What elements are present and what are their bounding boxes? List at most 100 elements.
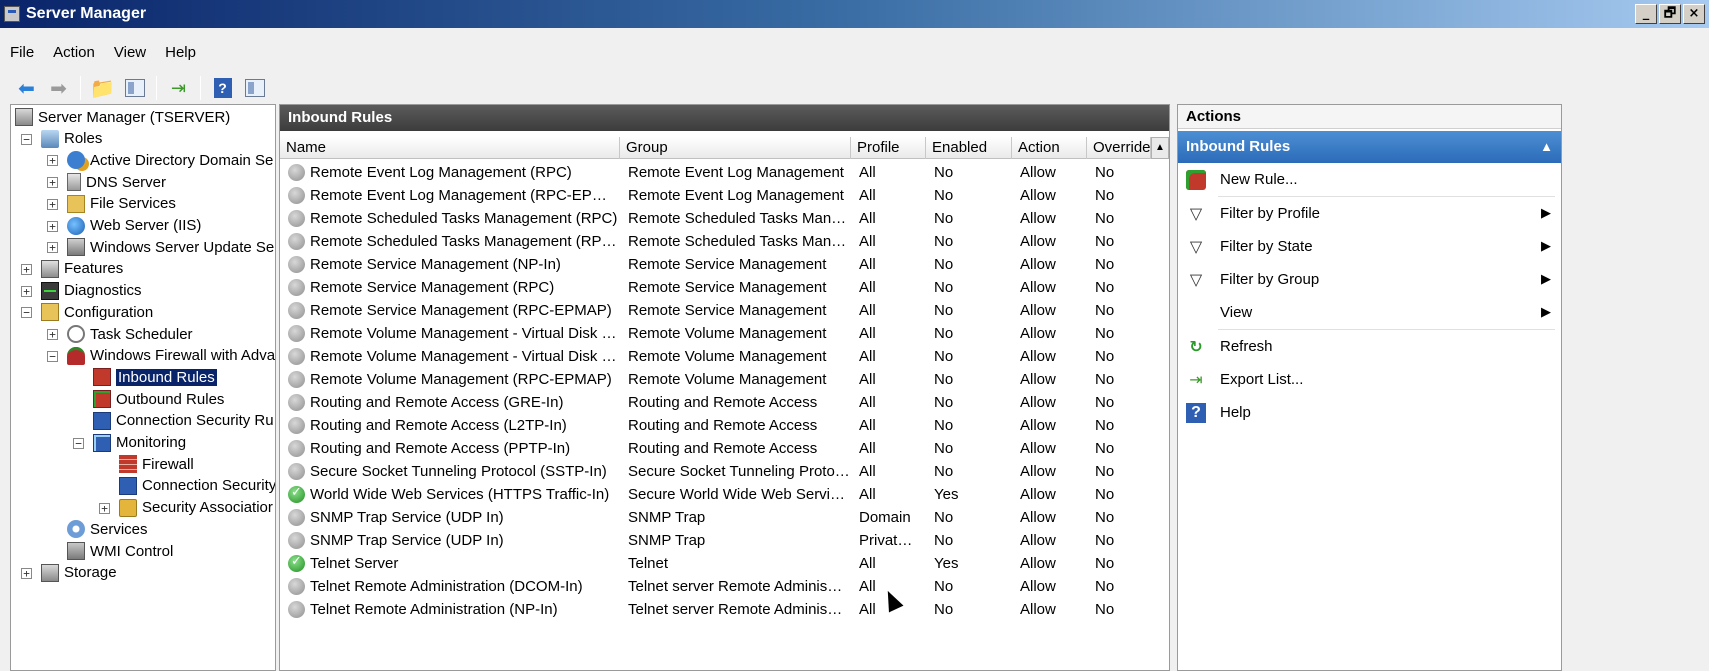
tree-expander-icon[interactable]: − — [47, 350, 58, 362]
tree-item[interactable]: Inbound Rules — [93, 366, 217, 388]
tree-item[interactable]: Services — [67, 518, 148, 540]
menu-view[interactable]: View — [114, 44, 146, 61]
rule-row[interactable]: Remote Volume Management - Virtual Disk … — [280, 345, 1151, 368]
restore-button[interactable]: 🗗 — [1659, 4, 1681, 24]
action-help[interactable]: ? Help — [1178, 396, 1561, 429]
tree-expander-icon[interactable]: + — [47, 242, 58, 254]
help-icon[interactable]: ? — [210, 76, 235, 100]
rule-row[interactable]: Remote Service Management (NP-In) Remote … — [280, 253, 1151, 276]
rule-row[interactable]: Routing and Remote Access (GRE-In) Routin… — [280, 391, 1151, 414]
menu-help[interactable]: Help — [165, 44, 196, 61]
tree-item[interactable]: Windows Firewall with Adva — [67, 345, 275, 367]
tree-item[interactable]: Connection Security — [119, 475, 275, 497]
tree-item[interactable]: Configuration — [41, 301, 153, 323]
rule-disabled-icon — [288, 371, 305, 388]
column-header-group[interactable]: Group — [620, 137, 851, 159]
action-view[interactable]: View ▶ — [1178, 296, 1561, 329]
monitoring-icon — [93, 433, 111, 452]
action-export-list[interactable]: ⇥ Export List... — [1178, 363, 1561, 396]
tree-expander-icon[interactable]: − — [73, 437, 84, 449]
rule-group-cell: Remote Event Log Management — [628, 187, 844, 204]
tree-expander-icon[interactable]: + — [47, 155, 58, 167]
export-list-icon[interactable]: ⇥ — [166, 76, 191, 100]
menu-action[interactable]: Action — [53, 44, 95, 61]
rule-override-cell: No — [1095, 371, 1115, 388]
up-folder-icon[interactable]: 📁 — [90, 76, 115, 100]
rule-row[interactable]: Remote Scheduled Tasks Management (RPC… R… — [280, 230, 1151, 253]
action-filter-by-group[interactable]: ▽ Filter by Group ▶ — [1178, 263, 1561, 296]
wmi-control-icon — [67, 542, 85, 560]
tree-item-label: Active Directory Domain Se — [90, 151, 274, 169]
tree-item[interactable]: Active Directory Domain Se — [67, 149, 273, 171]
tree-item[interactable]: Firewall — [119, 453, 194, 475]
rule-row[interactable]: SNMP Trap Service (UDP In) SNMP Trap Domai… — [280, 506, 1151, 529]
rule-disabled-icon — [288, 325, 305, 342]
tree-item[interactable]: DNS Server — [67, 171, 166, 193]
forward-arrow-icon[interactable]: ➡ — [46, 76, 71, 100]
rule-row[interactable]: Remote Service Management (RPC-EPMAP) Rem… — [280, 299, 1151, 322]
tree-item-label: Monitoring — [116, 434, 187, 451]
action-filter-by-state[interactable]: ▽ Filter by State ▶ — [1178, 230, 1561, 263]
server-manager-icon — [4, 6, 20, 22]
tree-expander-icon[interactable]: + — [99, 502, 110, 514]
rule-row[interactable]: Telnet Remote Administration (DCOM-In) Te… — [280, 575, 1151, 598]
column-header-enabled[interactable]: Enabled — [926, 137, 1012, 159]
tree-item[interactable]: Task Scheduler — [67, 323, 193, 345]
tree-item[interactable]: Security Associatior — [119, 497, 273, 519]
back-arrow-icon[interactable]: ⬅ — [14, 76, 39, 100]
tree-expander-icon[interactable]: − — [21, 133, 32, 145]
rule-row[interactable]: Secure Socket Tunneling Protocol (SSTP-I… — [280, 460, 1151, 483]
rule-row[interactable]: Remote Event Log Management (RPC-EPMAP) R… — [280, 184, 1151, 207]
rule-row[interactable]: Remote Service Management (RPC) Remote Se… — [280, 276, 1151, 299]
minimize-button[interactable]: _ — [1635, 4, 1657, 24]
tree-item[interactable]: WMI Control — [67, 540, 173, 562]
column-header-profile[interactable]: Profile — [851, 137, 926, 159]
rule-row[interactable]: Remote Volume Management - Virtual Disk … — [280, 322, 1151, 345]
tree-expander-icon[interactable]: + — [21, 263, 32, 275]
menu-file[interactable]: File — [10, 44, 34, 61]
actions-section-inbound-rules[interactable]: Inbound Rules ▲ — [1178, 131, 1561, 163]
submenu-arrow-icon: ▶ — [1541, 238, 1551, 253]
scroll-up-arrow-icon[interactable]: ▲ — [1151, 137, 1169, 159]
filter-icon: ▽ — [1189, 204, 1203, 223]
rule-row[interactable]: Remote Volume Management (RPC-EPMAP) Remo… — [280, 368, 1151, 391]
rule-row[interactable]: Routing and Remote Access (PPTP-In) Routi… — [280, 437, 1151, 460]
tree-expander-icon[interactable]: + — [21, 567, 32, 579]
tree-item[interactable]: Windows Server Update Se — [67, 236, 274, 258]
tree-item[interactable]: Connection Security Ru — [93, 410, 274, 432]
show-hide-console-tree-icon[interactable] — [122, 76, 147, 100]
tree-item[interactable]: File Services — [67, 193, 176, 215]
tree-item[interactable]: Storage — [41, 562, 117, 584]
tree-item[interactable]: Monitoring — [93, 432, 186, 454]
rule-row[interactable]: Telnet Server Telnet All Yes Allow No — [280, 552, 1151, 575]
tree-expander-icon[interactable]: + — [47, 220, 58, 232]
show-hide-action-pane-icon[interactable] — [242, 76, 267, 100]
rule-row[interactable]: World Wide Web Services (HTTPS Traffic-I… — [280, 483, 1151, 506]
tree-item[interactable]: Features — [41, 258, 123, 280]
rule-row[interactable]: Routing and Remote Access (L2TP-In) Routi… — [280, 414, 1151, 437]
rule-disabled-icon — [288, 394, 305, 411]
action-refresh[interactable]: ↻ Refresh — [1178, 330, 1561, 363]
rule-enabled-cell: No — [934, 601, 954, 618]
tree-expander-icon[interactable]: + — [47, 198, 58, 210]
rule-row[interactable]: Remote Event Log Management (RPC) Remote … — [280, 161, 1151, 184]
tree-expander-icon[interactable]: + — [47, 329, 58, 340]
rule-row[interactable]: Telnet Remote Administration (NP-In) Teln… — [280, 598, 1151, 621]
action-new-rule[interactable]: New Rule... — [1178, 163, 1561, 196]
tree-item[interactable]: Outbound Rules — [93, 388, 224, 410]
column-header-name[interactable]: Name — [280, 137, 620, 159]
tree-expander-icon[interactable]: + — [21, 285, 32, 297]
tree-expander-icon[interactable]: + — [47, 177, 58, 189]
rule-row[interactable]: Remote Scheduled Tasks Management (RPC) R… — [280, 207, 1151, 230]
collapse-up-icon[interactable]: ▲ — [1540, 131, 1553, 163]
tree-item[interactable]: Web Server (IIS) — [67, 215, 201, 237]
action-filter-by-profile[interactable]: ▽ Filter by Profile ▶ — [1178, 197, 1561, 230]
tree-item[interactable]: Diagnostics — [41, 280, 142, 302]
tree-item[interactable]: Roles — [41, 128, 102, 150]
close-button[interactable]: × — [1683, 4, 1705, 24]
rule-row[interactable]: SNMP Trap Service (UDP In) SNMP Trap Priva… — [280, 529, 1151, 552]
tree-expander-icon[interactable]: − — [21, 307, 32, 319]
column-header-override[interactable]: Override — [1087, 137, 1151, 159]
tree-item[interactable]: Server Manager (TSERVER) — [15, 106, 230, 128]
column-header-action[interactable]: Action — [1012, 137, 1087, 159]
